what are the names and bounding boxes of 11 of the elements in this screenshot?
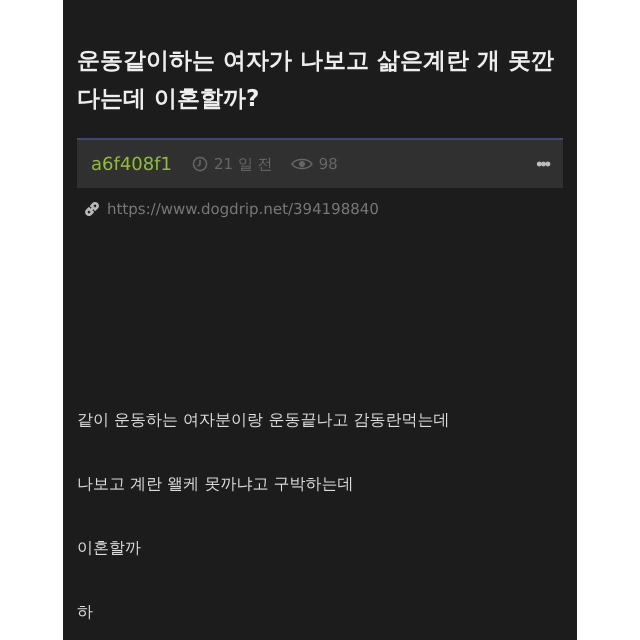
body-paragraph: 같이 운동하는 여자분이랑 운동끝나고 감동란먹는데 — [77, 409, 450, 431]
link-icon — [83, 200, 101, 218]
author-link[interactable]: a6f408f1 — [91, 154, 172, 174]
post-url-link[interactable]: https://www.dogdrip.net/394198840 — [107, 200, 379, 218]
body-paragraph: 이혼할까 — [77, 537, 142, 559]
eye-icon — [290, 156, 313, 172]
body-paragraph: 나보고 계란 왤케 못까냐고 구박하는데 — [77, 473, 354, 495]
post-title: 운동같이하는 여자가 나보고 삶은계란 개 못깐다는데 이혼할까? — [77, 47, 556, 114]
more-button[interactable]: ••• — [536, 154, 549, 174]
body-paragraph: 하 — [77, 601, 94, 623]
clock-icon — [192, 156, 208, 172]
